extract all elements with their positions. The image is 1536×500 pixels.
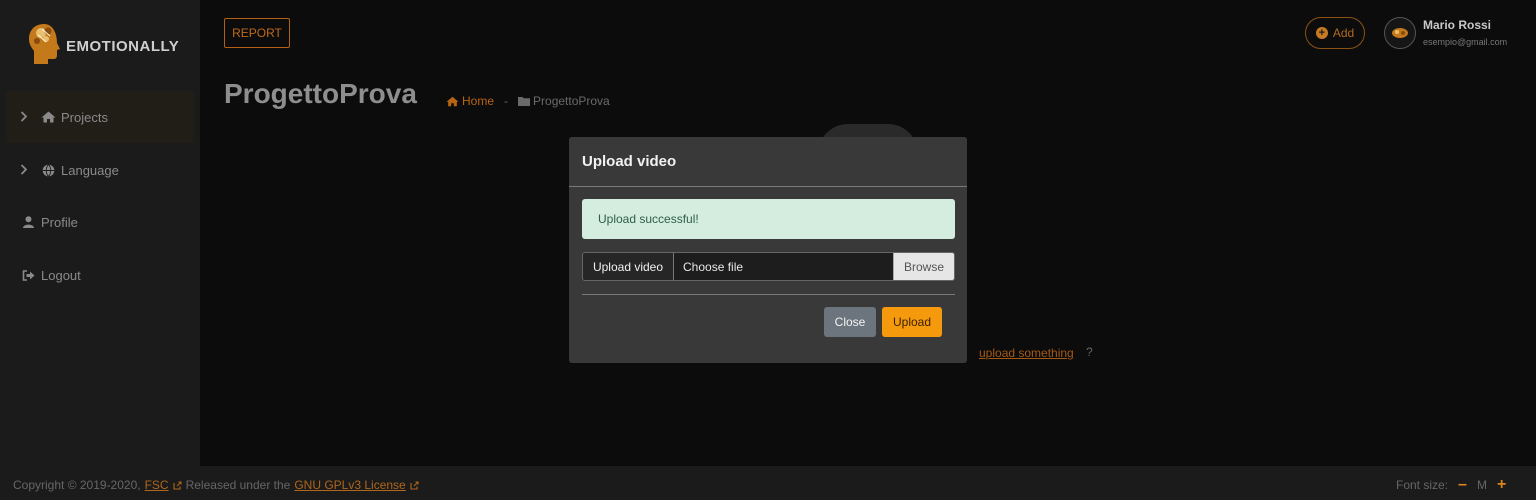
modal-title: Upload video: [582, 153, 677, 170]
sidebar-item-projects[interactable]: Projects: [6, 91, 194, 143]
sidebar: EMOTIONALLY Projects Language Profile Lo…: [0, 0, 200, 466]
logout-icon: [20, 269, 36, 281]
breadcrumb-current: ProgettoProva: [518, 94, 610, 108]
file-input[interactable]: Choose file: [674, 253, 893, 280]
chevron-right-icon: [20, 163, 32, 178]
license-link[interactable]: GNU GPLv3 License: [294, 478, 405, 492]
modal-footer-divider: [582, 294, 955, 295]
folder-icon: [518, 97, 531, 106]
upload-button[interactable]: Upload: [882, 307, 942, 337]
sidebar-item-label: Projects: [61, 109, 108, 125]
report-button[interactable]: REPORT: [224, 18, 290, 48]
browse-button[interactable]: Browse: [893, 253, 954, 280]
breadcrumb-home[interactable]: Home: [446, 94, 494, 108]
font-size-current: M: [1476, 478, 1487, 492]
footer-copyright: Copyright © 2019-2020, FSC Released unde…: [13, 478, 419, 492]
font-increase-button[interactable]: +: [1497, 477, 1506, 493]
brain-logo-icon: [26, 22, 64, 66]
user-name: Mario Rossi: [1423, 18, 1492, 32]
file-input-group[interactable]: Upload video Choose file Browse: [582, 252, 955, 281]
sidebar-item-logout[interactable]: Logout: [6, 249, 194, 301]
breadcrumb-separator: -: [504, 94, 509, 108]
breadcrumb-current-label: ProgettoProva: [533, 94, 610, 108]
copyright-text: Copyright © 2019-2020,: [13, 478, 141, 492]
user-icon: [20, 216, 36, 228]
sidebar-item-label: Profile: [41, 214, 78, 230]
font-decrease-button[interactable]: –: [1458, 477, 1467, 493]
upload-video-modal: Upload video Upload successful! Upload v…: [569, 137, 967, 363]
external-link-icon: [410, 480, 419, 490]
chevron-right-icon: [20, 110, 32, 125]
brand-logo[interactable]: EMOTIONALLY: [26, 20, 179, 68]
font-size-control: Font size: – M +: [1396, 477, 1506, 493]
close-button[interactable]: Close: [824, 307, 876, 337]
footer: Copyright © 2019-2020, FSC Released unde…: [0, 466, 1536, 500]
brand-name: EMOTIONALLY: [66, 37, 180, 55]
add-button-label: Add: [1332, 26, 1355, 40]
add-button[interactable]: + Add: [1305, 17, 1365, 49]
brain-avatar-icon: [1392, 28, 1408, 38]
external-link-icon: [173, 480, 182, 490]
file-input-label: Upload video: [583, 253, 674, 280]
plus-circle-icon: +: [1315, 27, 1328, 39]
breadcrumb: Home - ProgettoProva: [446, 94, 610, 108]
upload-something-link[interactable]: upload something: [979, 346, 1074, 360]
user-email: esempio@gmail.com: [1423, 37, 1508, 47]
globe-icon: [40, 163, 56, 177]
home-icon: [446, 96, 459, 106]
home-icon: [40, 111, 56, 123]
fsc-link[interactable]: FSC: [145, 478, 169, 492]
released-text: Released under the: [185, 478, 291, 492]
page-title: ProgettoProva: [224, 78, 417, 109]
modal-header-divider: [569, 186, 967, 187]
breadcrumb-home-label: Home: [462, 94, 495, 108]
sidebar-item-language[interactable]: Language: [6, 144, 194, 196]
hint-question-mark: ?: [1086, 345, 1093, 359]
success-alert: Upload successful!: [582, 199, 955, 239]
avatar[interactable]: [1384, 17, 1416, 49]
font-size-label: Font size:: [1396, 478, 1449, 492]
sidebar-item-label: Language: [61, 162, 119, 178]
sidebar-item-profile[interactable]: Profile: [6, 196, 194, 248]
sidebar-item-label: Logout: [41, 267, 81, 283]
